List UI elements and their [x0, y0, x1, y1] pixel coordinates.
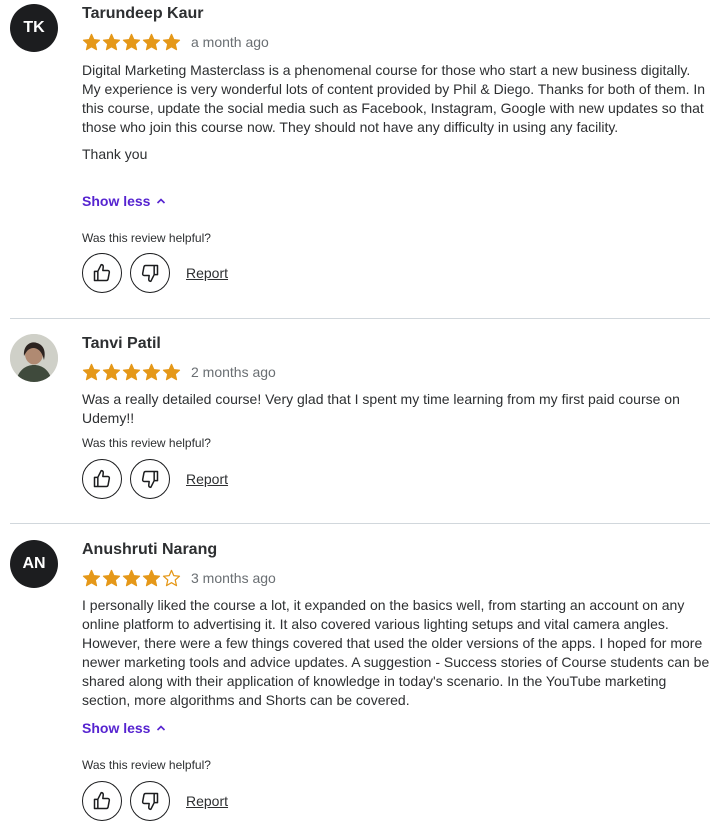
review-date: 3 months ago [191, 570, 276, 586]
helpful-question: Was this review helpful? [82, 231, 211, 245]
profile-photo-icon [10, 334, 58, 382]
reviewer-name: Anushruti Narang [82, 541, 218, 558]
thumbs-down-icon [141, 792, 159, 811]
review-paragraph: Was a really detailed course! Very glad … [82, 391, 680, 426]
star-filled-icon [142, 33, 161, 50]
review-paragraph: Thank you [82, 146, 148, 162]
chevron-up-icon [157, 198, 166, 204]
star-filled-icon [102, 33, 121, 50]
thumbs-up-button[interactable] [82, 459, 122, 499]
show-less-label: Show less [82, 193, 151, 209]
review-text: Was a really detailed course! Very glad … [82, 390, 712, 428]
avatar: AN [10, 540, 58, 588]
star-filled-icon [162, 363, 181, 380]
star-outline-icon [162, 569, 181, 586]
star-filled-icon [142, 363, 161, 380]
thumbs-up-icon [93, 469, 111, 488]
thumbs-up-button[interactable] [82, 781, 122, 821]
star-filled-icon [82, 363, 101, 380]
report-link[interactable]: Report [186, 793, 228, 809]
star-filled-icon [82, 33, 101, 50]
star-rating [82, 33, 181, 52]
thumbs-down-button[interactable] [130, 459, 170, 499]
rating-row: 3 months ago [82, 567, 276, 589]
review-date: a month ago [191, 34, 269, 50]
thumbs-up-icon [93, 263, 111, 282]
thumbs-down-button[interactable] [130, 253, 170, 293]
divider [10, 523, 710, 524]
star-filled-icon [122, 569, 141, 586]
review-paragraph: Digital Marketing Masterclass is a pheno… [82, 62, 706, 135]
star-filled-icon [142, 569, 161, 586]
review-text: Digital Marketing Masterclass is a pheno… [82, 61, 712, 164]
avatar-initials: AN [22, 555, 46, 572]
thumbs-down-icon [141, 470, 159, 489]
star-filled-icon [102, 569, 121, 586]
chevron-up-icon [157, 725, 166, 731]
avatar-initials: TK [23, 19, 45, 36]
star-filled-icon [162, 33, 181, 50]
show-less-label: Show less [82, 720, 151, 736]
star-rating [82, 569, 181, 588]
reviewer-name: Tanvi Patil [82, 335, 161, 352]
star-filled-icon [122, 363, 141, 380]
rating-row: a month ago [82, 31, 269, 53]
rating-row: 2 months ago [82, 361, 276, 383]
helpful-question: Was this review helpful? [82, 436, 211, 450]
show-less-button[interactable]: Show less [82, 193, 166, 209]
thumbs-down-icon [141, 264, 159, 283]
thumbs-down-button[interactable] [130, 781, 170, 821]
report-link[interactable]: Report [186, 265, 228, 281]
helpful-question: Was this review helpful? [82, 758, 211, 772]
star-filled-icon [102, 363, 121, 380]
divider [10, 318, 710, 319]
thumbs-up-button[interactable] [82, 253, 122, 293]
star-filled-icon [82, 569, 101, 586]
review-paragraph: I personally liked the course a lot, it … [82, 597, 710, 708]
review-date: 2 months ago [191, 364, 276, 380]
avatar [10, 334, 58, 382]
report-link[interactable]: Report [186, 471, 228, 487]
reviewer-name: Tarundeep Kaur [82, 5, 204, 22]
thumbs-up-icon [93, 791, 111, 810]
avatar: TK [10, 4, 58, 52]
star-rating [82, 363, 181, 382]
review-text: I personally liked the course a lot, it … [82, 596, 712, 710]
star-filled-icon [122, 33, 141, 50]
show-less-button[interactable]: Show less [82, 720, 166, 736]
